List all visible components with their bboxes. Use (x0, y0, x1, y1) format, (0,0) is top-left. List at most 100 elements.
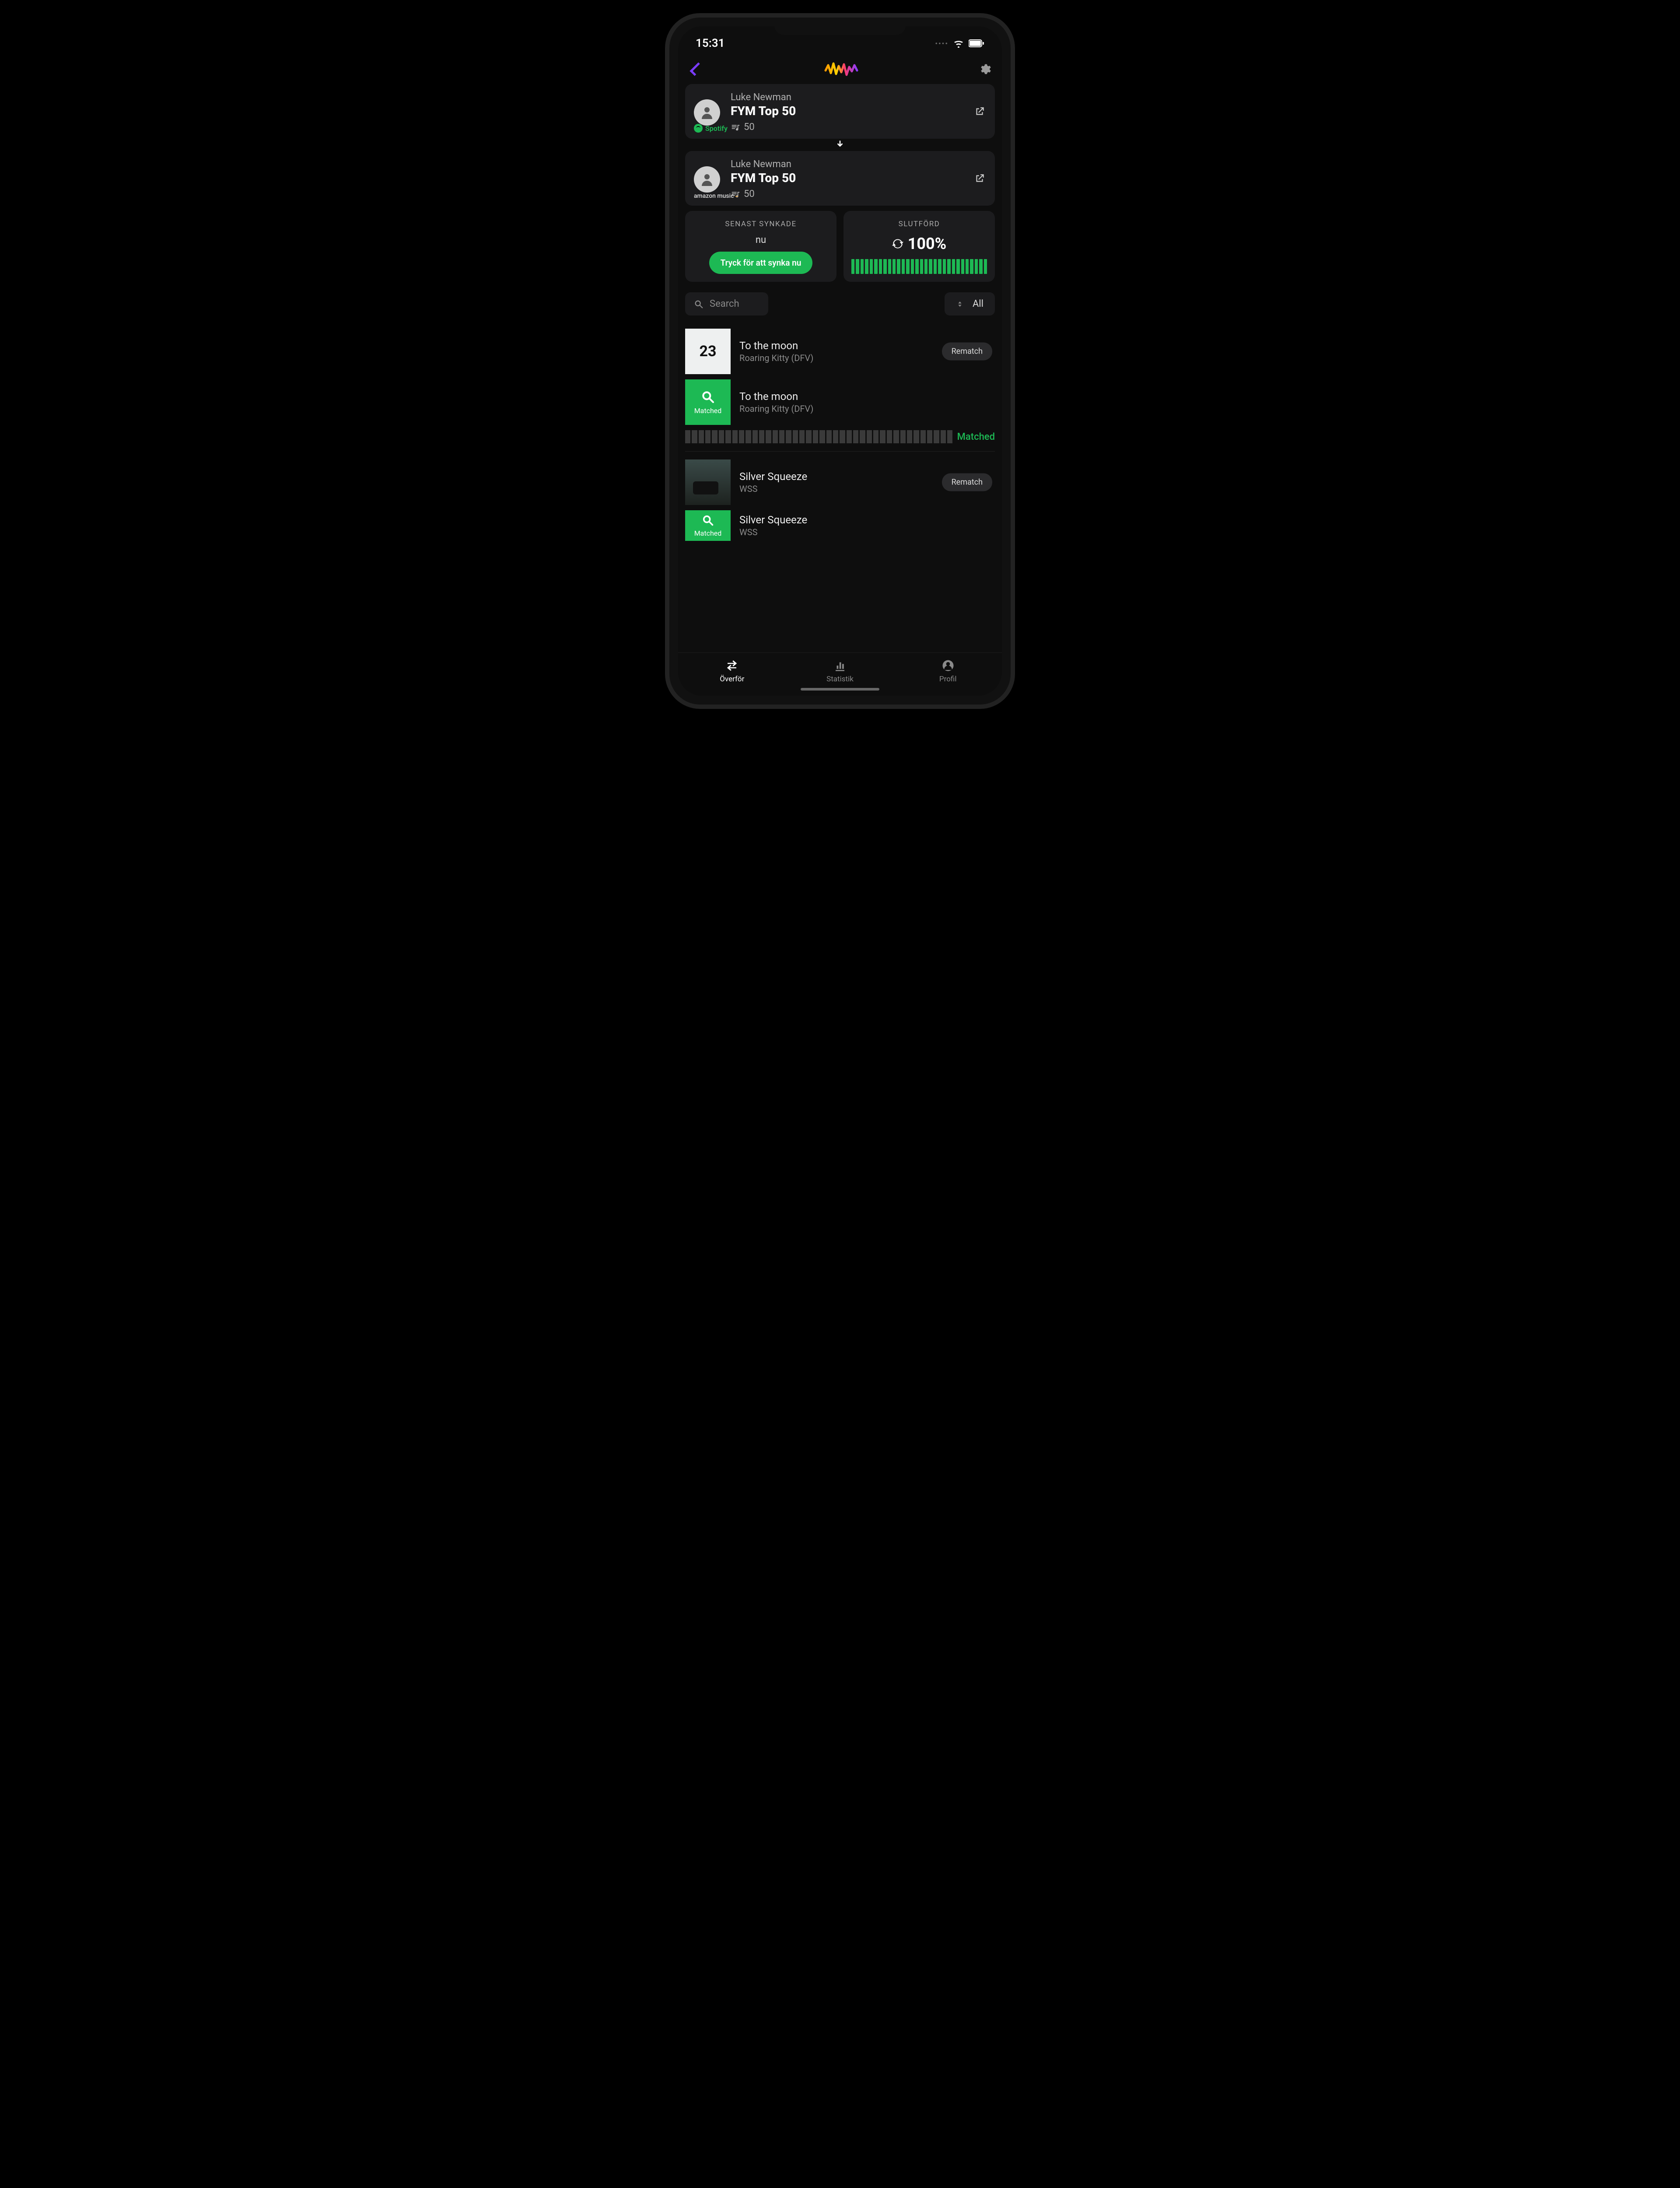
track-source[interactable]: Silver Squeeze WSS Rematch (685, 459, 995, 505)
match-status-label: Matched (957, 431, 995, 442)
content: Luke Newman FYM Top 50 50 Spotify (678, 84, 1002, 652)
track-title: Silver Squeeze (739, 470, 807, 483)
open-external-button[interactable] (974, 106, 985, 117)
external-link-icon (974, 106, 985, 117)
track-artist: WSS (739, 527, 807, 537)
track-title: To the moon (739, 390, 813, 403)
spotify-label: Spotify (705, 124, 728, 133)
matched-art: Matched (685, 379, 731, 425)
dest-playlist-card[interactable]: Luke Newman FYM Top 50 50 amazon music⌣ (685, 151, 995, 206)
status-icons: •••• (935, 39, 984, 48)
app-logo (824, 61, 859, 77)
matched-art: Matched (685, 510, 731, 541)
chevron-left-icon (690, 62, 703, 76)
search-row: Search All (685, 292, 995, 316)
progress-card: SLUTFÖRD 100% (844, 211, 995, 282)
track-source[interactable]: 23 To the moon Roaring Kitty (DFV) Remat… (685, 329, 995, 374)
transfer-icon (725, 659, 738, 672)
track-count: 50 (731, 122, 986, 133)
progress-label: SLUTFÖRD (899, 220, 940, 228)
stat-row: SENAST SYNKADE nu Tryck för att synka nu… (685, 211, 995, 282)
rematch-button[interactable]: Rematch (942, 473, 992, 491)
album-art (685, 459, 731, 505)
source-playlist-card[interactable]: Luke Newman FYM Top 50 50 Spotify (685, 84, 995, 139)
track-count: 50 (731, 189, 986, 200)
progress-value-row: 100% (892, 235, 947, 253)
progress-bar (851, 259, 987, 274)
avatar (694, 99, 720, 126)
last-sync-card: SENAST SYNKADE nu Tryck för att synka nu (685, 211, 836, 282)
nav-transfer-label: Överför (720, 675, 744, 684)
refresh-icon (892, 238, 903, 249)
playlist-title: FYM Top 50 (731, 171, 986, 185)
spotify-badge: Spotify (694, 124, 728, 133)
filter-dropdown[interactable]: All (945, 292, 995, 316)
track-group: 23 To the moon Roaring Kitty (DFV) Remat… (685, 321, 995, 452)
track-info: Silver Squeeze WSS (739, 470, 807, 494)
album-art: 23 (685, 329, 731, 374)
card-main: Luke Newman FYM Top 50 50 (731, 92, 986, 133)
track-title: To the moon (739, 340, 813, 352)
playlist-owner: Luke Newman (731, 159, 986, 170)
notch (774, 18, 906, 35)
amazon-music-label: amazon music (694, 193, 734, 200)
track-artist: Roaring Kitty (DFV) (739, 353, 813, 363)
card-main: Luke Newman FYM Top 50 50 (731, 159, 986, 200)
rematch-button[interactable]: Rematch (942, 343, 992, 361)
nav-profile[interactable]: Profil (894, 659, 1002, 684)
track-title: Silver Squeeze (739, 514, 807, 526)
search-input[interactable]: Search (685, 292, 768, 316)
progress-value: 100% (908, 235, 947, 253)
track-info: Silver Squeeze WSS (739, 514, 807, 537)
nav-stats-label: Statistik (826, 675, 854, 684)
amazon-music-badge: amazon music⌣ (694, 193, 738, 200)
album-art-text: 23 (699, 343, 716, 360)
person-icon (699, 105, 715, 120)
screen: 15:31 •••• (678, 26, 1002, 696)
match-ticks (685, 430, 953, 443)
nav-transfer[interactable]: Överför (678, 659, 786, 684)
phone-frame: 15:31 •••• (669, 18, 1011, 705)
amazon-smile-icon: ⌣ (735, 193, 739, 200)
settings-button[interactable] (978, 63, 991, 76)
transfer-arrow-icon (685, 140, 995, 149)
external-link-icon (974, 173, 985, 184)
nav-stats[interactable]: Statistik (786, 659, 894, 684)
wifi-icon (953, 39, 964, 48)
matched-label: Matched (694, 407, 722, 415)
search-icon (702, 514, 714, 526)
track-dest[interactable]: Matched Silver Squeeze WSS (685, 510, 995, 541)
open-external-button[interactable] (974, 173, 985, 184)
battery-icon (969, 39, 984, 47)
stats-icon (833, 659, 847, 672)
nav-profile-label: Profil (939, 675, 957, 684)
back-button[interactable] (689, 61, 704, 77)
filter-label: All (973, 298, 984, 309)
app-header (678, 53, 1002, 84)
match-status-row: Matched (685, 430, 995, 443)
track-group: Silver Squeeze WSS Rematch Matched Silve… (685, 452, 995, 549)
search-icon (694, 299, 704, 309)
avatar (694, 166, 720, 193)
matched-label: Matched (694, 529, 722, 537)
search-placeholder: Search (710, 298, 739, 309)
sort-icon (956, 299, 964, 309)
spotify-icon (694, 124, 703, 133)
track-count-value: 50 (744, 122, 755, 133)
gear-icon (978, 63, 991, 76)
track-artist: WSS (739, 484, 807, 494)
playlist-title: FYM Top 50 (731, 104, 986, 118)
track-artist: Roaring Kitty (DFV) (739, 403, 813, 414)
home-indicator[interactable] (801, 688, 879, 691)
last-sync-value: nu (756, 235, 766, 245)
sync-now-button[interactable]: Tryck för att synka nu (709, 252, 813, 274)
status-time: 15:31 (696, 37, 725, 50)
track-info: To the moon Roaring Kitty (DFV) (739, 390, 813, 414)
track-count-value: 50 (744, 189, 755, 200)
last-sync-label: SENAST SYNKADE (725, 220, 796, 228)
track-info: To the moon Roaring Kitty (DFV) (739, 340, 813, 363)
playlist-owner: Luke Newman (731, 92, 986, 103)
signal-dots-icon: •••• (935, 39, 948, 48)
profile-icon (942, 659, 955, 672)
track-dest[interactable]: Matched To the moon Roaring Kitty (DFV) (685, 379, 995, 425)
